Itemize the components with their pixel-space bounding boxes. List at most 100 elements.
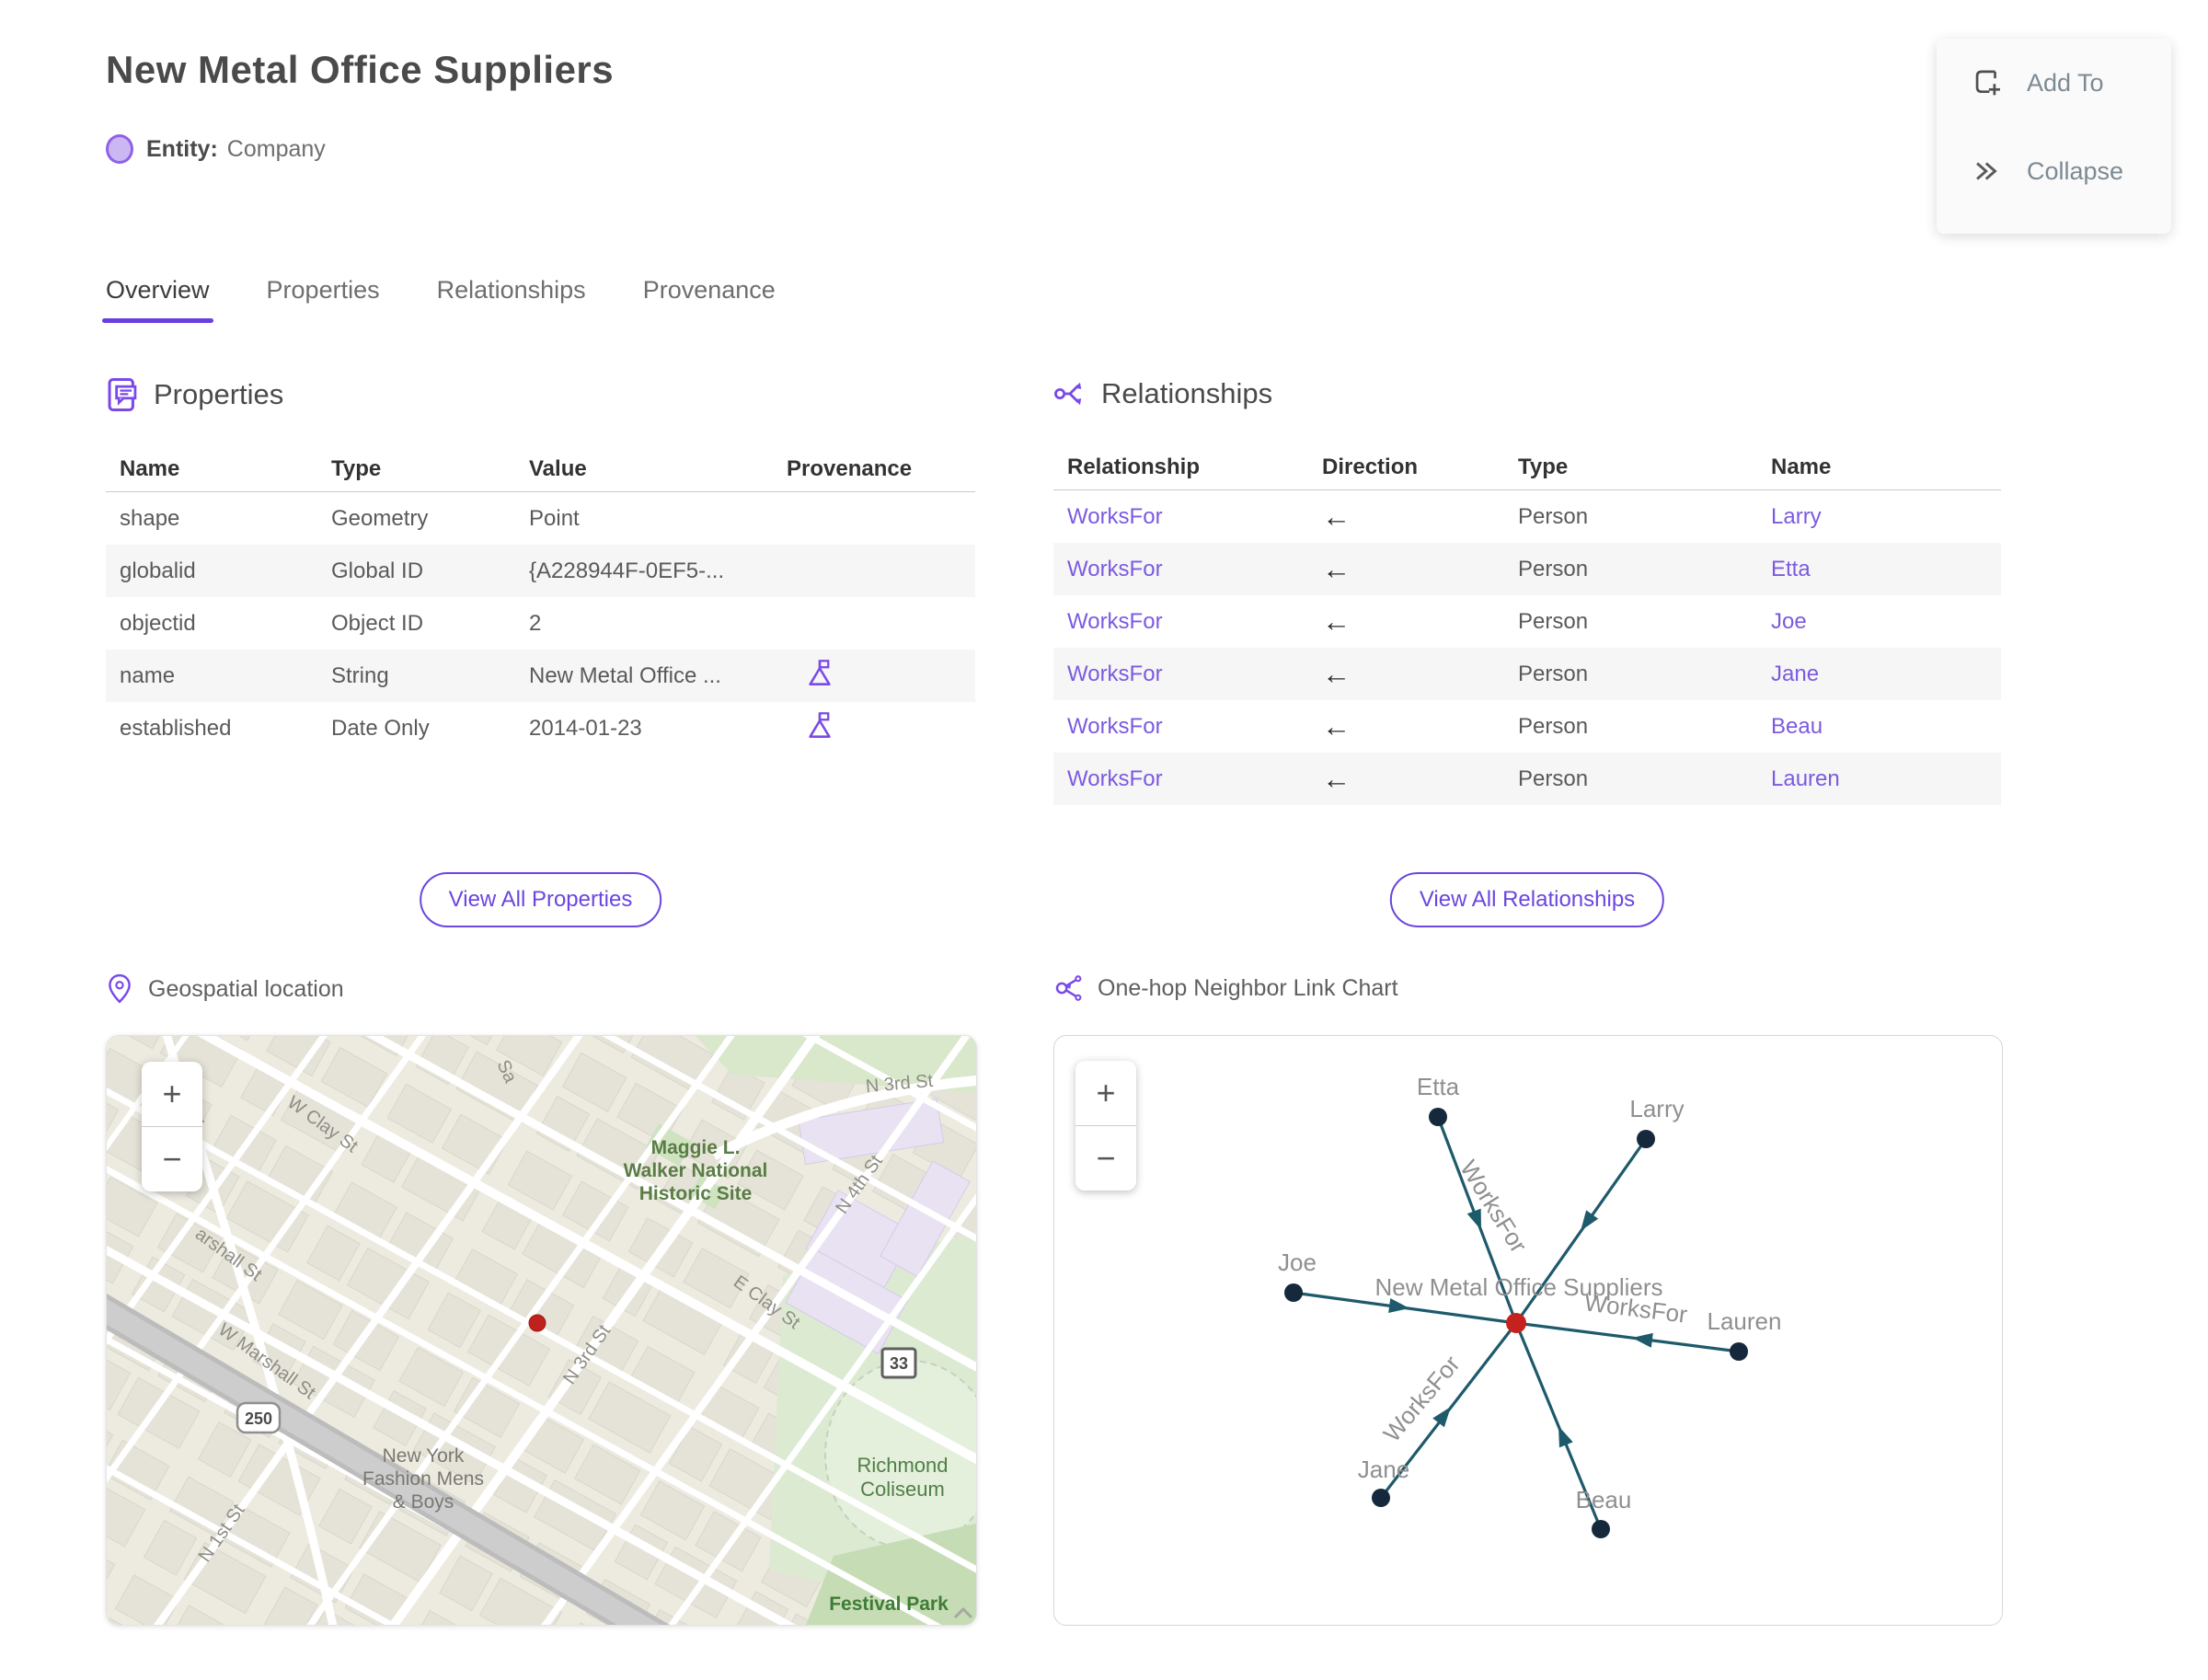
tab-properties[interactable]: Properties bbox=[267, 276, 380, 323]
entity-label: Entity: bbox=[146, 135, 218, 162]
provenance-flag-icon[interactable] bbox=[807, 659, 833, 686]
relationship-link[interactable]: WorksFor bbox=[1067, 662, 1322, 687]
entity-link[interactable]: Jane bbox=[1771, 662, 2001, 687]
entity-link[interactable]: Etta bbox=[1771, 557, 2001, 582]
properties-table: Name Type Value Provenance shape Geometr… bbox=[106, 447, 975, 754]
map-zoom-out-button[interactable]: − bbox=[142, 1127, 202, 1191]
one-hop-link-chart[interactable]: + − WorksFor WorksFor WorksFor Etta Larr… bbox=[1053, 1035, 2003, 1626]
poi-label: Richmond bbox=[857, 1454, 948, 1477]
map-pin-icon bbox=[109, 973, 131, 1004]
table-row: WorksFor ← Person Larry bbox=[1053, 490, 2001, 543]
node-larry[interactable] bbox=[1637, 1130, 1655, 1148]
properties-icon bbox=[108, 378, 137, 411]
prop-value: 2 bbox=[529, 610, 542, 636]
prop-name: globalid bbox=[120, 558, 196, 583]
prop-value: {A228944F-0EF5-... bbox=[529, 558, 725, 583]
tab-bar: Overview Properties Relationships Proven… bbox=[102, 276, 776, 323]
direction-arrow: ← bbox=[1322, 762, 1351, 795]
node-joe[interactable] bbox=[1284, 1283, 1303, 1302]
poi-label: Walker National bbox=[624, 1160, 768, 1181]
rel-type: Person bbox=[1518, 661, 1589, 686]
add-to-icon bbox=[1975, 70, 2000, 96]
chart-zoom-out-button[interactable]: − bbox=[1075, 1126, 1136, 1191]
map-feature-marker[interactable] bbox=[528, 1314, 546, 1332]
geospatial-section-title: Geospatial location bbox=[148, 975, 344, 1002]
geospatial-map[interactable]: + − 250 33 W Clay St Sa N 3rd St N 4th S… bbox=[106, 1035, 977, 1626]
collapse-label: Collapse bbox=[2027, 156, 2124, 185]
tab-relationships[interactable]: Relationships bbox=[437, 276, 586, 323]
node-label: Beau bbox=[1576, 1486, 1632, 1513]
relationships-table: Relationship Direction Type Name WorksFo… bbox=[1053, 445, 2001, 805]
svg-text:250: 250 bbox=[245, 1410, 272, 1428]
edge-label: WorksFor bbox=[1378, 1350, 1466, 1446]
node-label: Joe bbox=[1278, 1248, 1317, 1276]
svg-text:33: 33 bbox=[890, 1354, 908, 1373]
view-all-properties-button[interactable]: View All Properties bbox=[419, 872, 662, 927]
chart-zoom-in-button[interactable]: + bbox=[1075, 1061, 1136, 1125]
table-row: WorksFor ← Person Etta bbox=[1053, 543, 2001, 595]
collapse-icon bbox=[1976, 162, 1997, 180]
relationship-link[interactable]: WorksFor bbox=[1067, 609, 1322, 635]
table-row: globalid Global ID {A228944F-0EF5-... bbox=[106, 545, 975, 597]
entity-link[interactable]: Beau bbox=[1771, 714, 2001, 740]
rel-type: Person bbox=[1518, 765, 1589, 791]
map-zoom-in-button[interactable]: + bbox=[142, 1062, 202, 1126]
table-row: established Date Only 2014-01-23 bbox=[106, 702, 975, 754]
rel-type: Person bbox=[1518, 503, 1589, 529]
page-title: New Metal Office Suppliers bbox=[106, 48, 615, 91]
col-header: Direction bbox=[1322, 455, 1419, 479]
tab-provenance[interactable]: Provenance bbox=[643, 276, 776, 323]
node-etta[interactable] bbox=[1429, 1108, 1447, 1126]
properties-card: Properties Name Type Value Provenance sh… bbox=[106, 377, 975, 948]
table-row: WorksFor ← Person Joe bbox=[1053, 595, 2001, 648]
relationships-card: Relationships Relationship Direction Typ… bbox=[1053, 377, 2001, 948]
provenance-flag-icon[interactable] bbox=[807, 711, 833, 739]
prop-type: Geometry bbox=[331, 505, 429, 531]
prop-type: Global ID bbox=[331, 558, 424, 583]
linkchart-section-header: One-hop Neighbor Link Chart bbox=[1053, 973, 1398, 1003]
entity-link[interactable]: Lauren bbox=[1771, 766, 2001, 792]
table-row: WorksFor ← Person Beau bbox=[1053, 700, 2001, 753]
node-center[interactable] bbox=[1506, 1313, 1526, 1333]
poi-label: New York bbox=[383, 1445, 465, 1467]
col-header: Name bbox=[120, 456, 180, 481]
add-to-button[interactable]: Add To bbox=[1937, 39, 2171, 127]
entity-link[interactable]: Joe bbox=[1771, 609, 2001, 635]
route-shield-us250: 250 bbox=[236, 1401, 282, 1434]
relationship-link[interactable]: WorksFor bbox=[1067, 714, 1322, 740]
geospatial-section-header: Geospatial location bbox=[106, 973, 344, 1005]
col-header: Type bbox=[331, 456, 382, 481]
route-shield-va33: 33 bbox=[880, 1347, 917, 1379]
table-row: name String New Metal Office ... bbox=[106, 650, 975, 702]
rel-type: Person bbox=[1518, 556, 1589, 581]
edge-label: WorksFor bbox=[1455, 1156, 1533, 1258]
view-all-relationships-button[interactable]: View All Relationships bbox=[1389, 872, 1665, 927]
node-label: Lauren bbox=[1708, 1307, 1782, 1335]
poi-label: Fashion Mens bbox=[362, 1468, 484, 1490]
prop-type: String bbox=[331, 662, 389, 688]
node-jane[interactable] bbox=[1372, 1489, 1390, 1507]
node-lauren[interactable] bbox=[1730, 1342, 1748, 1361]
direction-arrow: ← bbox=[1322, 552, 1351, 585]
node-beau[interactable] bbox=[1592, 1520, 1610, 1538]
col-header: Relationship bbox=[1067, 455, 1201, 479]
prop-name: name bbox=[120, 662, 176, 688]
col-header: Value bbox=[529, 456, 587, 481]
prop-value: 2014-01-23 bbox=[529, 715, 642, 741]
col-header: Type bbox=[1518, 455, 1569, 479]
prop-value: Point bbox=[529, 505, 580, 531]
relationship-link[interactable]: WorksFor bbox=[1067, 504, 1322, 530]
table-row: WorksFor ← Person Lauren bbox=[1053, 753, 2001, 805]
poi-label: Historic Site bbox=[639, 1183, 753, 1204]
link-chart-icon bbox=[1055, 975, 1082, 1001]
relationship-link[interactable]: WorksFor bbox=[1067, 766, 1322, 792]
entity-link[interactable]: Larry bbox=[1771, 504, 2001, 530]
node-label: Jane bbox=[1358, 1456, 1409, 1483]
relationships-icon bbox=[1054, 382, 1082, 406]
center-node-label: New Metal Office Suppliers bbox=[1374, 1273, 1662, 1301]
prop-name: shape bbox=[120, 505, 180, 531]
tab-overview[interactable]: Overview bbox=[102, 276, 213, 323]
relationship-link[interactable]: WorksFor bbox=[1067, 557, 1322, 582]
collapse-button[interactable]: Collapse bbox=[1937, 127, 2171, 215]
direction-arrow: ← bbox=[1322, 500, 1351, 533]
